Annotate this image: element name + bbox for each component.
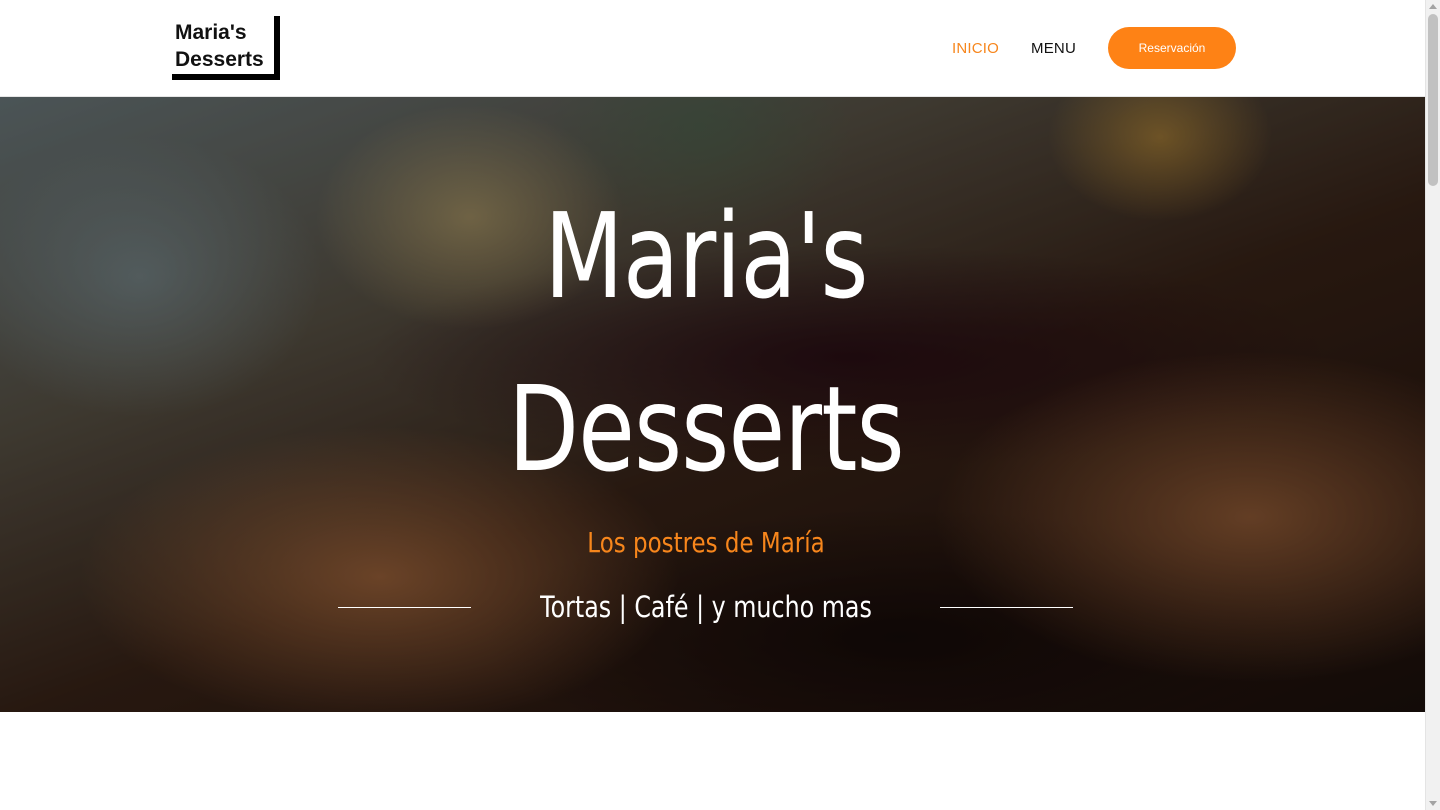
chevron-up-icon[interactable] xyxy=(1429,4,1437,9)
scrollbar-thumb[interactable] xyxy=(1428,14,1438,186)
page: Maria's Desserts INICIO MENU Reservación… xyxy=(0,0,1425,810)
reservation-button[interactable]: Reservación xyxy=(1108,27,1236,69)
hero-title-line2: Desserts xyxy=(508,360,904,498)
site-header: Maria's Desserts INICIO MENU Reservación xyxy=(0,0,1425,97)
logo-text-line1: Maria's xyxy=(175,21,247,44)
hero-title-line1: Maria's xyxy=(544,187,868,325)
tagline-divider-right xyxy=(940,607,1073,608)
hero-subtitle: Los postres de María xyxy=(587,526,825,559)
main-nav: INICIO MENU Reservación xyxy=(952,27,1236,69)
logo-text-line2: Desserts xyxy=(175,48,264,71)
nav-link-inicio[interactable]: INICIO xyxy=(952,40,999,57)
nav-link-menu[interactable]: MENU xyxy=(1031,40,1076,57)
vertical-scrollbar[interactable] xyxy=(1425,0,1440,810)
hero-banner: Maria's Desserts Los postres de María To… xyxy=(0,97,1425,712)
chevron-down-icon[interactable] xyxy=(1429,801,1437,806)
hero-tagline: Tortas | Café | y mucho mas xyxy=(540,590,872,624)
site-logo[interactable]: Maria's Desserts xyxy=(172,16,280,80)
